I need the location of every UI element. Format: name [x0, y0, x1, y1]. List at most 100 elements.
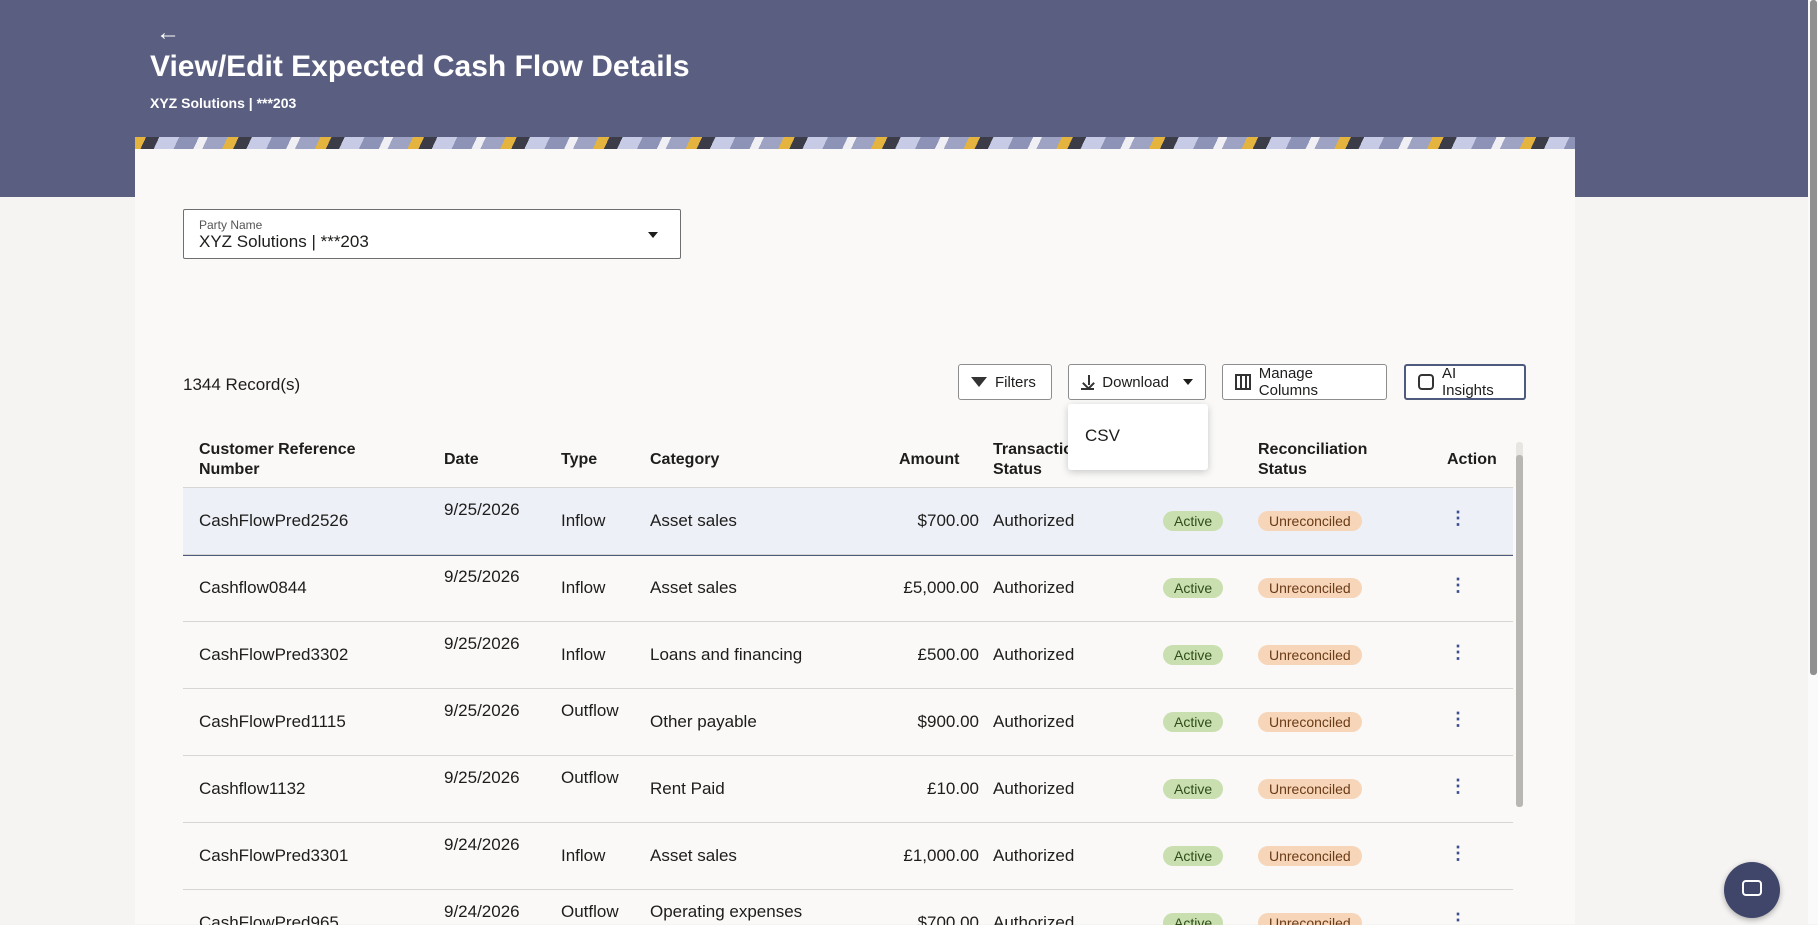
- columns-icon: [1235, 374, 1251, 390]
- filters-button[interactable]: Filters: [958, 364, 1052, 400]
- table-row[interactable]: CashFlowPred3301 9/24/2026 Inflow Asset …: [183, 822, 1513, 890]
- ai-insights-button[interactable]: AI Insights: [1404, 364, 1526, 400]
- status-badge: Active: [1163, 645, 1224, 665]
- cell-category: Asset sales: [650, 578, 737, 597]
- status-badge: Active: [1163, 846, 1224, 866]
- header-date[interactable]: Date: [444, 450, 479, 470]
- filters-label: Filters: [995, 373, 1036, 391]
- cell-type: Outflow: [561, 768, 619, 787]
- reconciliation-badge: Unreconciled: [1258, 511, 1362, 531]
- header-category[interactable]: Category: [650, 450, 719, 470]
- decorative-pattern: [135, 137, 1575, 149]
- cell-date: 9/24/2026: [444, 835, 520, 854]
- status-badge: Active: [1163, 578, 1224, 598]
- cell-type: Inflow: [561, 578, 606, 597]
- cell-transaction-status: Authorized: [993, 779, 1075, 798]
- manage-columns-button[interactable]: Manage Columns: [1222, 364, 1387, 400]
- cell-reference: CashFlowPred3301: [199, 846, 349, 865]
- cell-category: Loans and financing: [650, 645, 803, 664]
- header-amount[interactable]: Amount: [899, 450, 959, 470]
- table-scrollbar-thumb[interactable]: [1516, 455, 1523, 807]
- cell-date: 9/25/2026: [444, 500, 520, 519]
- party-name-label: Party Name: [199, 218, 263, 232]
- cell-amount: $700.00: [917, 913, 979, 925]
- filter-icon: [971, 377, 987, 387]
- more-actions-icon[interactable]: ⋮: [1449, 843, 1467, 864]
- cell-transaction-status: Authorized: [993, 645, 1075, 664]
- back-arrow-icon[interactable]: ←: [156, 20, 180, 46]
- table-row[interactable]: CashFlowPred3302 9/25/2026 Inflow Loans …: [183, 621, 1513, 689]
- reconciliation-badge: Unreconciled: [1258, 645, 1362, 665]
- table-row[interactable]: Cashflow1132 9/25/2026 Outflow Rent Paid…: [183, 755, 1513, 823]
- header-type[interactable]: Type: [561, 450, 597, 470]
- cell-transaction-status: Authorized: [993, 578, 1075, 597]
- cell-reference: CashFlowPred965: [199, 913, 339, 925]
- cell-type: Outflow: [561, 902, 619, 921]
- download-csv-option[interactable]: CSV: [1085, 426, 1120, 446]
- cell-type: Outflow: [561, 701, 619, 720]
- more-actions-icon[interactable]: ⋮: [1449, 508, 1467, 529]
- more-actions-icon[interactable]: ⋮: [1449, 709, 1467, 730]
- table-row[interactable]: CashFlowPred965 9/24/2026 Outflow Operat…: [183, 889, 1513, 925]
- chatbot-button[interactable]: [1724, 862, 1780, 918]
- table-row[interactable]: CashFlowPred1115 9/25/2026 Outflow Other…: [183, 688, 1513, 756]
- status-badge: Active: [1163, 779, 1224, 799]
- cell-transaction-status: Authorized: [993, 846, 1075, 865]
- cell-amount: £10.00: [927, 779, 979, 798]
- cell-reference: CashFlowPred2526: [199, 511, 349, 530]
- status-badge: Active: [1163, 712, 1224, 732]
- cell-date: 9/25/2026: [444, 567, 520, 586]
- status-badge: Active: [1163, 913, 1224, 925]
- cell-type: Inflow: [561, 645, 606, 664]
- download-button[interactable]: Download: [1068, 364, 1206, 400]
- cell-category: Asset sales: [650, 846, 737, 865]
- chatbot-icon: [1742, 880, 1762, 896]
- ai-insights-label: AI Insights: [1442, 365, 1494, 399]
- status-badge: Active: [1163, 511, 1224, 531]
- reconciliation-badge: Unreconciled: [1258, 846, 1362, 866]
- cell-amount: $700.00: [917, 511, 979, 530]
- cell-reference: CashFlowPred1115: [199, 712, 346, 731]
- page-subtitle: XYZ Solutions | ***203: [150, 95, 297, 111]
- header-customer-reference[interactable]: Customer Reference Number: [199, 440, 369, 480]
- cell-category: Other payable: [650, 712, 757, 731]
- more-actions-icon[interactable]: ⋮: [1449, 776, 1467, 797]
- cell-category: Asset sales: [650, 511, 737, 530]
- header-action: Action: [1447, 451, 1497, 468]
- records-count: 1344 Record(s): [183, 375, 301, 394]
- party-name-select[interactable]: Party Name XYZ Solutions | ***203: [183, 209, 681, 259]
- cell-reference: Cashflow0844: [199, 578, 307, 597]
- download-dropdown-menu: CSV: [1068, 404, 1208, 470]
- cell-category: Operating expenses: [650, 902, 803, 921]
- cell-category: Rent Paid: [650, 779, 725, 798]
- cell-date: 9/25/2026: [444, 634, 520, 653]
- header-reconciliation-status[interactable]: Reconciliation Status: [1258, 440, 1378, 480]
- reconciliation-badge: Unreconciled: [1258, 712, 1362, 732]
- ai-insights-icon: [1418, 374, 1434, 390]
- cell-transaction-status: Authorized: [993, 511, 1075, 530]
- page-scrollbar-thumb[interactable]: [1810, 0, 1817, 675]
- cell-transaction-status: Authorized: [993, 712, 1075, 731]
- party-name-value: XYZ Solutions | ***203: [199, 232, 369, 251]
- cell-date: 9/25/2026: [444, 701, 520, 720]
- more-actions-icon[interactable]: ⋮: [1449, 910, 1467, 925]
- cell-date: 9/25/2026: [444, 768, 520, 787]
- more-actions-icon[interactable]: ⋮: [1449, 642, 1467, 663]
- cell-transaction-status: Authorized: [993, 913, 1075, 925]
- cell-date: 9/24/2026: [444, 902, 520, 921]
- chevron-down-icon: [648, 232, 658, 238]
- cell-type: Inflow: [561, 846, 606, 865]
- page-title: View/Edit Expected Cash Flow Details: [150, 50, 690, 83]
- download-icon: [1081, 374, 1095, 390]
- cell-reference: CashFlowPred3302: [199, 645, 349, 664]
- reconciliation-badge: Unreconciled: [1258, 913, 1362, 925]
- reconciliation-badge: Unreconciled: [1258, 779, 1362, 799]
- caret-down-icon: [1183, 379, 1193, 385]
- table-row[interactable]: CashFlowPred2526 9/25/2026 Inflow Asset …: [183, 487, 1513, 556]
- cell-reference: Cashflow1132: [199, 779, 306, 798]
- cell-amount: £1,000.00: [903, 846, 979, 865]
- cell-amount: £5,000.00: [903, 578, 979, 597]
- download-label: Download: [1102, 373, 1169, 391]
- more-actions-icon[interactable]: ⋮: [1449, 575, 1467, 596]
- table-row[interactable]: Cashflow0844 9/25/2026 Inflow Asset sale…: [183, 554, 1513, 622]
